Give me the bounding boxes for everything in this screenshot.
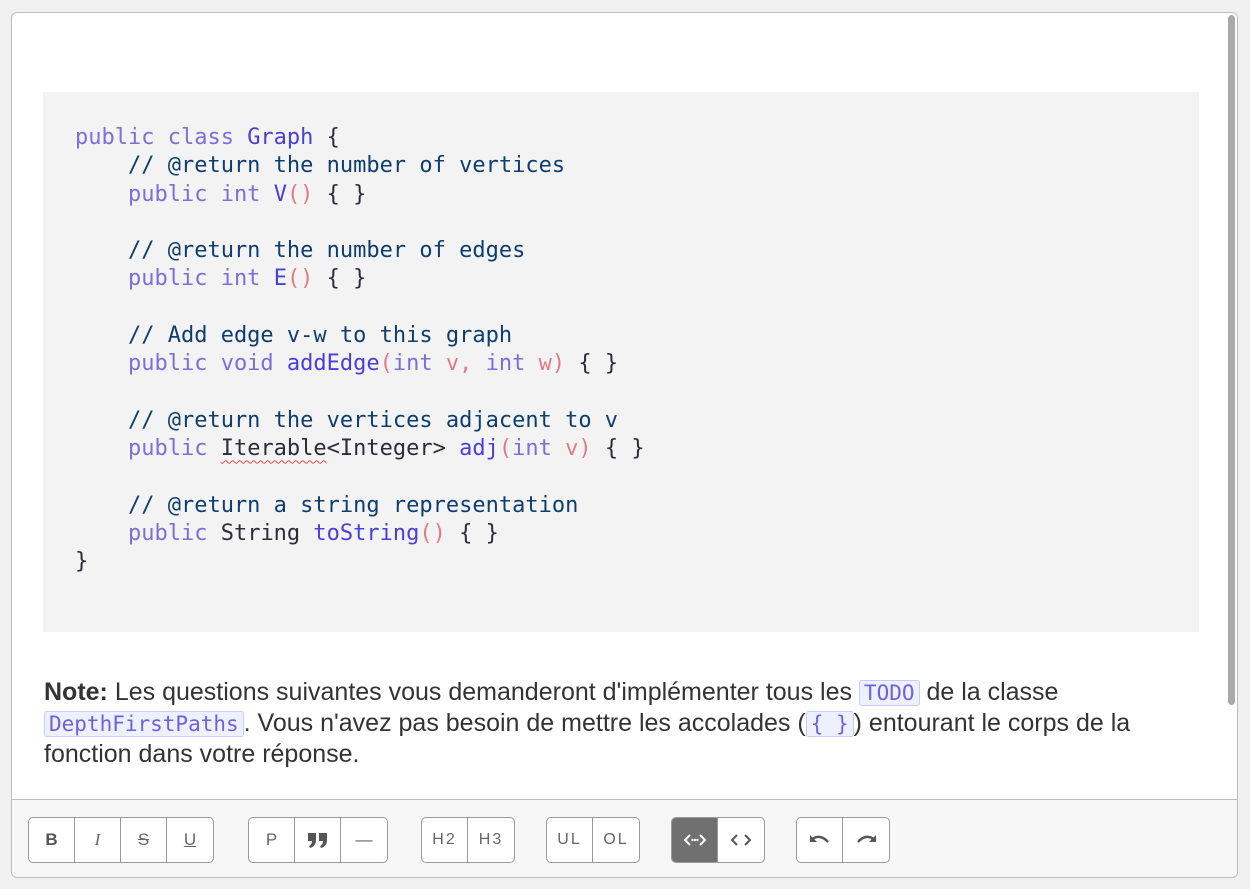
redo-icon [857,835,876,843]
code-listing: public class Graph { // @return the numb… [75,125,645,575]
inline-code-button[interactable] [718,818,764,862]
quote-icon [307,833,327,848]
note-label: Note: [44,678,108,706]
underline-button[interactable]: U [167,818,213,862]
paragraph-button[interactable]: P [249,818,295,862]
note-text: Les questions suivantes vous demanderont… [107,678,859,706]
code-block[interactable]: public class Graph { // @return the numb… [43,92,1199,632]
unordered-list-button[interactable]: UL [547,818,593,862]
history-group [796,817,890,863]
note-text: de la classe [919,678,1059,706]
text-format-group: B I S U [28,817,214,863]
rich-text-editor[interactable]: public class Graph { // @return the numb… [11,12,1238,878]
italic-button[interactable]: I [75,818,121,862]
editor-content[interactable]: public class Graph { // @return the numb… [12,13,1225,799]
horizontal-rule-button[interactable]: — [341,818,387,862]
note-paragraph: Note: Les questions suivantes vous deman… [44,677,1209,769]
h3-button[interactable]: H3 [468,818,514,862]
inline-code-todo: TODO [858,680,920,706]
editor-toolbar: B I S U P — H2 H3 UL OL [12,799,1237,877]
code-block-icon [683,834,706,846]
undo-button[interactable] [797,818,843,862]
code-block-button[interactable] [672,818,718,862]
ordered-list-button[interactable]: OL [593,818,639,862]
code-icon [730,834,752,846]
undo-icon [809,835,829,843]
strikethrough-button[interactable]: S [121,818,167,862]
heading-group: H2 H3 [421,817,515,863]
redo-button[interactable] [843,818,889,862]
block-format-group: P — [248,817,388,863]
blockquote-button[interactable] [295,818,341,862]
note-text: . Vous n'avez pas besoin de mettre les a… [243,709,806,737]
list-group: UL OL [546,817,640,863]
scrollbar-thumb[interactable] [1228,15,1235,705]
code-group [671,817,765,863]
scrollbar[interactable] [1225,13,1237,799]
bold-button[interactable]: B [29,818,75,862]
inline-code-braces: { } [805,711,854,737]
inline-code-class: DepthFirstPaths [44,711,244,737]
h2-button[interactable]: H2 [422,818,468,862]
